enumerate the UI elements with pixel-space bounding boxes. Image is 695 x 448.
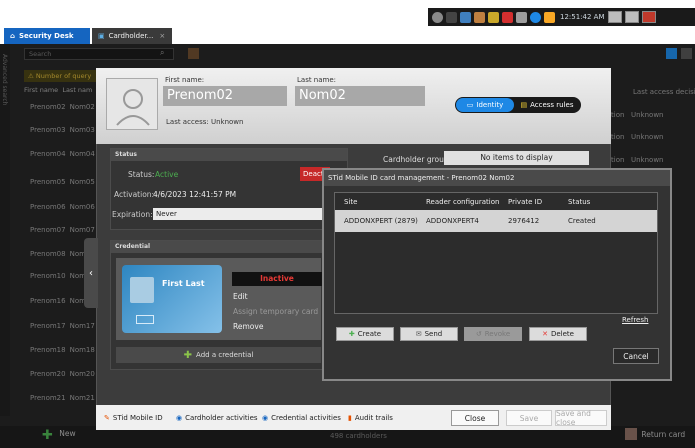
alert-icon[interactable] [488, 11, 499, 23]
segment-identity-label: Identity [476, 101, 504, 109]
expiration-select[interactable]: Never [153, 208, 323, 220]
segment-identity[interactable]: ▭ Identity [456, 98, 514, 112]
activities-icon: ◉ [176, 414, 183, 422]
send-label: Send [424, 330, 443, 338]
id-card-icon: ▭ [466, 101, 474, 109]
tab-label: Security Desk [19, 32, 74, 40]
maximize-button[interactable] [624, 11, 639, 23]
stid-dialog-title: STid Mobile ID card management - Prenom0… [324, 170, 670, 186]
cardholder-group-label: Cardholder group: [383, 155, 452, 164]
card-photo-icon [130, 277, 154, 303]
user-icon[interactable] [474, 11, 485, 23]
plus-icon: ✚ [183, 349, 193, 361]
activation-label: Activation: [114, 190, 155, 199]
first-name-field[interactable]: Prenom02 [163, 86, 287, 106]
status-value: Active [155, 170, 179, 179]
save-button[interactable]: Save [506, 410, 552, 426]
edit-credential-link[interactable]: Edit [233, 292, 323, 301]
volume-icon[interactable] [516, 11, 527, 23]
add-credential-label: Add a credential [196, 351, 254, 359]
stid-mobile-id-tab[interactable]: ✎ STid Mobile ID [104, 411, 163, 425]
minimize-button[interactable] [607, 11, 622, 23]
access-rules-icon: ▤ [520, 101, 528, 109]
notification-icon[interactable] [502, 11, 513, 23]
revoke-button[interactable]: ↺ Revoke [464, 327, 522, 341]
status-panel-title: Status [111, 149, 347, 161]
credential-activities-label: Credential activities [271, 414, 341, 422]
column-private-id[interactable]: Private ID [508, 198, 542, 206]
revoke-icon: ↺ [475, 330, 482, 338]
credential-panel-title: Credential [111, 241, 347, 253]
cell-private-id: 2976412 [508, 217, 540, 225]
column-site[interactable]: Site [344, 198, 357, 206]
plus-icon: ✚ [348, 330, 355, 338]
delete-icon: ✕ [542, 330, 548, 338]
remove-credential-link[interactable]: Remove [233, 322, 323, 331]
create-label: Create [357, 330, 382, 338]
cancel-button[interactable]: Cancel [613, 348, 659, 364]
cardholder-activities-label: Cardholder activities [185, 414, 258, 422]
close-tab-icon[interactable]: × [159, 32, 165, 40]
person-icon [116, 89, 150, 126]
tab-label: Cardholder... [108, 32, 154, 40]
revoke-label: Revoke [484, 330, 511, 338]
cardholder-activities-tab[interactable]: ◉ Cardholder activities [176, 411, 258, 425]
settings-icon[interactable] [432, 11, 443, 23]
chart-icon[interactable] [544, 11, 555, 23]
card-status-badge: Inactive [232, 272, 322, 286]
card-barcode-icon [136, 315, 154, 324]
first-name-label: First name: [165, 76, 205, 84]
network-icon[interactable] [460, 11, 471, 23]
tab-security-desk[interactable]: ⌂ Security Desk [4, 28, 90, 44]
home-icon: ⌂ [10, 32, 16, 40]
collapse-arrow[interactable]: ‹ [84, 238, 98, 308]
clock-time: 12:51:42 AM [560, 13, 605, 21]
tab-cardholder[interactable]: ▣ Cardholder... × [92, 28, 172, 44]
last-access: Last access: Unknown [166, 118, 244, 126]
delete-button[interactable]: ✕ Delete [529, 327, 587, 341]
segment-access-label: Access rules [530, 101, 574, 109]
view-switch: ▭ Identity ▤ Access rules [455, 97, 581, 113]
last-name-field[interactable]: Nom02 [295, 86, 425, 106]
close-button[interactable]: Close [451, 410, 499, 426]
mail-icon: ✉ [415, 330, 422, 338]
save-and-close-button[interactable]: Save and close [555, 409, 607, 427]
audit-trails-icon: ▮ [348, 414, 352, 422]
cell-site: ADDONXPERT (2879) [344, 217, 418, 225]
card-holder-name: First Last [162, 279, 205, 288]
refresh-link[interactable]: Refresh [622, 316, 648, 324]
credential-activities-tab[interactable]: ◉ Credential activities [262, 411, 341, 425]
tm-icon[interactable] [446, 11, 457, 23]
globe-icon[interactable] [530, 11, 541, 23]
audit-trails-tab[interactable]: ▮ Audit trails [348, 411, 393, 425]
credential-activities-icon: ◉ [262, 414, 269, 422]
send-button[interactable]: ✉ Send [400, 327, 458, 341]
cardholder-icon: ▣ [98, 32, 105, 40]
column-status[interactable]: Status [568, 198, 590, 206]
status-label: Status: [128, 170, 155, 179]
stid-mobile-id-label: STid Mobile ID [112, 414, 163, 422]
mobile-id-icon: ✎ [104, 414, 110, 422]
assign-temporary-card-link[interactable]: Assign temporary card [233, 307, 323, 316]
last-name-label: Last name: [297, 76, 337, 84]
close-window-button[interactable] [641, 11, 656, 23]
system-tray: 12:51:42 AM [428, 8, 695, 26]
column-reader-configuration[interactable]: Reader configuration [426, 198, 499, 206]
add-credential-button[interactable]: ✚ Add a credential [116, 347, 321, 363]
cell-reader: ADDONXPERT4 [426, 217, 479, 225]
chevron-left-icon: ‹ [89, 267, 93, 279]
activation-value: 4/6/2023 12:41:57 PM [153, 190, 237, 199]
expiration-label: Expiration: [112, 210, 153, 219]
segment-access-rules[interactable]: ▤ Access rules [514, 98, 580, 112]
audit-trails-label: Audit trails [354, 414, 393, 422]
create-button[interactable]: ✚ Create [336, 327, 394, 341]
credential-card[interactable]: First Last [122, 265, 222, 333]
avatar[interactable] [106, 78, 158, 130]
cell-status: Created [568, 217, 596, 225]
cardholder-group-list[interactable]: No items to display [444, 151, 589, 165]
delete-label: Delete [550, 330, 574, 338]
